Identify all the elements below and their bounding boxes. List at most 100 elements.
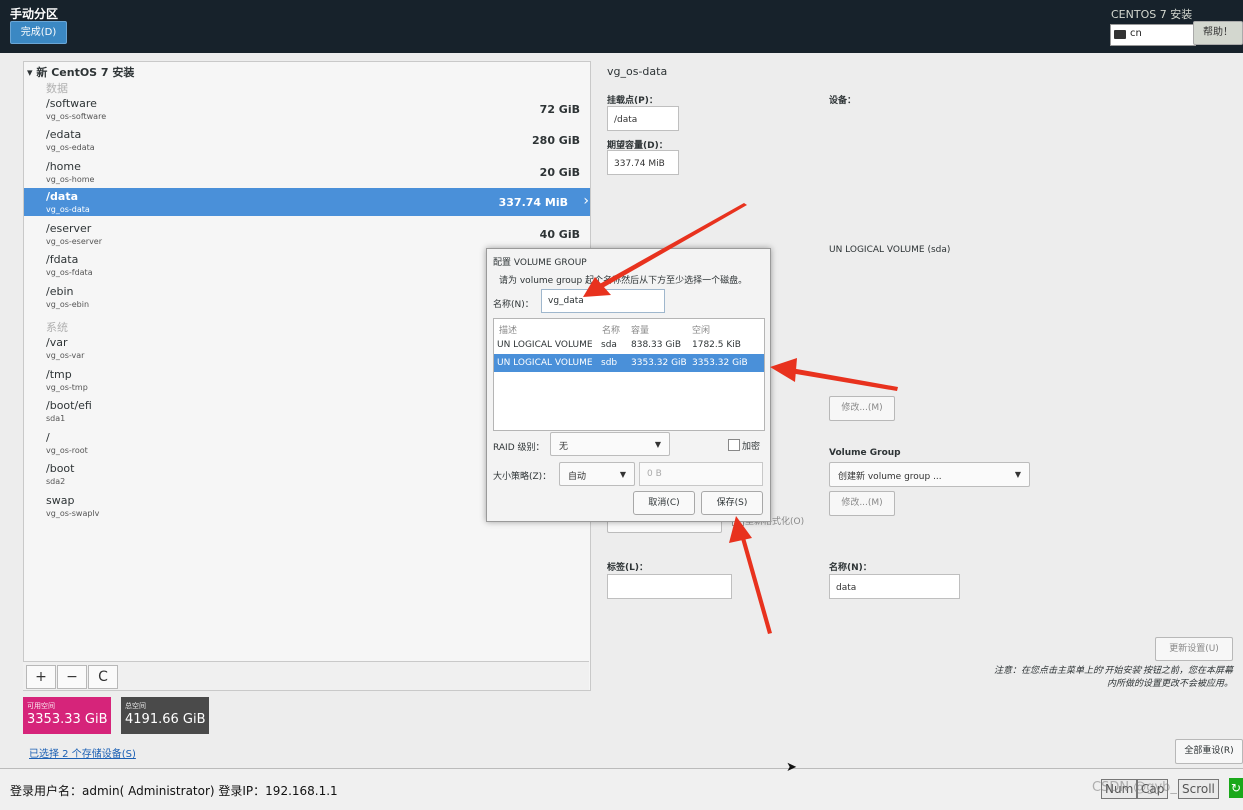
- device-value: UN LOGICAL VOLUME (sda): [829, 245, 951, 255]
- reset-all-button[interactable]: 全部重设(R): [1175, 739, 1243, 764]
- dialog-name-label: 名称(N)：: [493, 300, 534, 310]
- group-label-data: 数据: [46, 82, 68, 95]
- volume-group-name-input[interactable]: vg_data: [541, 289, 665, 313]
- mount-point-device: sda2: [46, 477, 66, 486]
- partition-toolbar: + − C: [23, 661, 589, 690]
- notice-text: 注意：在您点击主菜单上的'开始安装'按钮之前，您在本屏幕内所做的设置更改不会被应…: [994, 666, 1233, 689]
- install-title: CENTOS 7 安装: [1111, 8, 1193, 21]
- volume-group-label: Volume Group: [829, 448, 901, 458]
- mount-point-device: vg_os-data: [46, 205, 90, 214]
- device-label: 设备：: [829, 96, 857, 106]
- dialog-title: 配置 VOLUME GROUP: [493, 258, 587, 268]
- refresh-button[interactable]: C: [88, 665, 118, 689]
- mount-point-item-selected[interactable]: /data vg_os-data 337.74 MiB ›: [24, 188, 590, 216]
- save-button[interactable]: 保存(S): [701, 491, 763, 515]
- expand-arrow-icon: ▾: [27, 66, 33, 79]
- mount-point-device: vg_os-swaplv: [46, 509, 100, 518]
- disk-capacity: 838.33 GiB: [631, 340, 682, 350]
- mount-point-device: vg_os-ebin: [46, 300, 90, 309]
- mount-point-device: vg_os-fdata: [46, 268, 93, 277]
- help-button[interactable]: 帮助！: [1193, 21, 1243, 45]
- configure-volume-group-dialog: 配置 VOLUME GROUP 请为 volume group 起个名称然后从下…: [486, 248, 771, 522]
- encrypt-checkbox[interactable]: [728, 439, 740, 451]
- tree-header[interactable]: ▾ 新 CentOS 7 安装: [27, 64, 134, 80]
- chevron-right-icon: ›: [583, 193, 589, 209]
- remove-mount-point-button[interactable]: −: [57, 665, 87, 689]
- mount-point-field[interactable]: /data: [607, 106, 679, 131]
- available-space-box: 可用空间 3353.33 GiB: [23, 697, 111, 734]
- annotation-arrow: [729, 516, 772, 634]
- mount-point-item[interactable]: /edata vg_os-edata 280 GiB: [24, 126, 590, 156]
- available-space-label: 可用空间: [27, 702, 55, 710]
- size-policy-value: 自动: [568, 472, 587, 482]
- total-space-value: 4191.66 GiB: [125, 712, 206, 727]
- modify-volume-group-button[interactable]: 修改...(M): [829, 491, 895, 516]
- name-field[interactable]: data: [829, 574, 960, 599]
- disk-free: 3353.32 GiB: [692, 358, 748, 368]
- mouse-cursor-icon: ➤: [786, 760, 797, 775]
- mount-point-label: 挂载点(P)：: [607, 96, 658, 106]
- table-row-selected[interactable]: UN LOGICAL VOLUME sdb 3353.32 GiB 3353.3…: [494, 354, 764, 372]
- mount-point-name: /boot: [46, 462, 75, 475]
- table-row[interactable]: UN LOGICAL VOLUME sda 838.33 GiB 1782.5 …: [494, 336, 764, 354]
- done-button[interactable]: 完成(D): [10, 21, 67, 44]
- dropdown-arrow-icon: ▼: [654, 440, 661, 449]
- connection-status-icon: ↻: [1229, 778, 1243, 798]
- encrypt-label: 加密: [742, 442, 761, 452]
- mount-point-size: 337.74 MiB: [498, 196, 568, 209]
- desired-capacity-field[interactable]: 337.74 MiB: [607, 150, 679, 175]
- mount-point-name: /software: [46, 97, 97, 110]
- mount-point-name: /edata: [46, 128, 82, 141]
- size-policy-label: 大小策略(Z)：: [493, 472, 552, 482]
- disk-free: 1782.5 KiB: [692, 340, 741, 350]
- modify-device-button[interactable]: 修改...(M): [829, 396, 895, 421]
- disk-desc: UN LOGICAL VOLUME: [497, 340, 593, 350]
- scroll-lock-indicator: Scroll: [1178, 779, 1219, 799]
- tree-header-label: 新 CentOS 7 安装: [36, 66, 135, 79]
- keyboard-layout-text: cn: [1130, 28, 1142, 39]
- available-space-value: 3353.33 GiB: [27, 712, 108, 727]
- selected-devices-link[interactable]: 已选择 2 个存储设备(S): [29, 745, 136, 760]
- mount-point-size: 20 GiB: [539, 166, 580, 179]
- total-space-label: 总空间: [125, 702, 146, 710]
- mount-point-name: /data: [46, 190, 78, 203]
- mount-point-size: 280 GiB: [532, 134, 580, 147]
- annotation-arrow: [770, 358, 898, 391]
- mount-point-device: vg_os-edata: [46, 143, 95, 152]
- column-header-capacity[interactable]: 容量: [631, 323, 649, 336]
- mount-point-item[interactable]: /home vg_os-home 20 GiB: [24, 158, 590, 188]
- mount-point-name: /ebin: [46, 285, 74, 298]
- mount-point-name: /var: [46, 336, 68, 349]
- login-info: 登录用户名：admin( Administrator) 登录IP：192.168…: [10, 784, 338, 798]
- disk-desc: UN LOGICAL VOLUME: [497, 358, 593, 368]
- disk-name: sda: [601, 340, 617, 350]
- mount-point-name: /fdata: [46, 253, 79, 266]
- mount-point-device: vg_os-software: [46, 112, 107, 121]
- dropdown-arrow-icon: ▼: [1014, 470, 1021, 479]
- raid-level-dropdown[interactable]: 无 ▼: [550, 432, 670, 456]
- mount-point-name: swap: [46, 494, 75, 507]
- disk-capacity: 3353.32 GiB: [631, 358, 687, 368]
- keyboard-layout-indicator[interactable]: cn: [1110, 24, 1196, 46]
- mount-point-item[interactable]: /eserver vg_os-eserver 40 GiB: [24, 220, 590, 250]
- column-header-desc[interactable]: 描述: [499, 323, 517, 336]
- mount-point-name: /eserver: [46, 222, 92, 235]
- mount-point-device: vg_os-tmp: [46, 383, 88, 392]
- raid-level-value: 无: [559, 442, 569, 452]
- tag-field[interactable]: [607, 574, 732, 599]
- total-space-box: 总空间 4191.66 GiB: [121, 697, 209, 734]
- update-settings-button[interactable]: 更新设置(U): [1155, 637, 1233, 661]
- mount-point-name: /: [46, 431, 50, 444]
- size-policy-dropdown[interactable]: 自动 ▼: [559, 462, 635, 486]
- volume-group-value: 创建新 volume group ...: [838, 472, 942, 482]
- volume-group-dropdown[interactable]: 创建新 volume group ... ▼: [829, 462, 1030, 487]
- mount-point-device: vg_os-home: [46, 175, 95, 184]
- add-mount-point-button[interactable]: +: [26, 665, 56, 689]
- cancel-button[interactable]: 取消(C): [633, 491, 695, 515]
- size-input[interactable]: 0 B: [639, 462, 763, 486]
- top-header: [0, 0, 1243, 53]
- column-header-name[interactable]: 名称: [602, 323, 620, 336]
- name-label: 名称(N)：: [829, 563, 872, 573]
- mount-point-item[interactable]: /software vg_os-software 72 GiB: [24, 95, 590, 125]
- column-header-free[interactable]: 空闲: [692, 323, 710, 336]
